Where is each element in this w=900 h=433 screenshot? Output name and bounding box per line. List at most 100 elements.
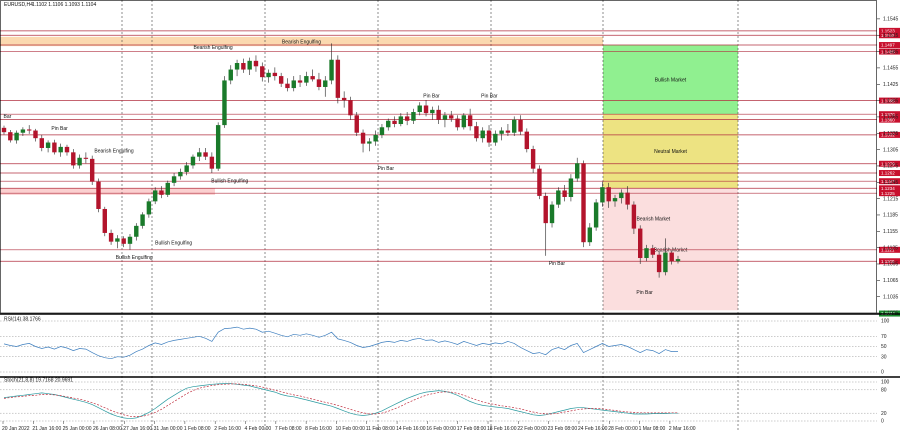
pattern-label: Pin Bar [481,93,498,99]
indicator-level-label: 70 [881,334,887,340]
indicator-level-label: 30 [881,354,887,360]
candle-body [323,80,328,87]
candle-body [171,176,177,183]
candle-body [197,152,202,157]
candle-body [411,112,416,121]
indicator-level-label: 100 [881,319,890,325]
pattern-label: Bearish Market [637,216,671,222]
candle-body [518,119,523,132]
indicator-level-label: 0 [881,419,884,425]
candle-body [625,192,630,205]
candle-body [45,142,51,148]
candle-body [474,126,479,139]
candle-body [329,59,334,81]
candle-body [675,259,681,262]
candle-body [392,120,397,125]
x-tick-label: 24 Feb 16:00 [578,426,608,432]
x-tick-label: 7 Feb 08:00 [275,426,302,432]
candle-body [253,60,259,67]
pattern-label: Bullish Engulfing [116,255,153,261]
x-tick-label: 25 Jan 00:00 [63,426,92,432]
candle-body [146,201,152,215]
candle-body [430,109,435,114]
candle-body [71,152,76,166]
candle-body [291,80,296,89]
candle-body [656,254,662,273]
chart-background [0,0,900,433]
candle-body [543,195,548,224]
pattern-label: Pin Bar [549,261,566,267]
x-tick-label: 1 Feb 08:00 [184,426,211,432]
y-tick-label: 1.1035 [883,294,899,300]
candle-body [234,63,240,70]
candle-body [152,190,158,202]
candle-body [77,157,82,166]
candle-body [33,130,38,139]
x-tick-label: 18 Feb 16:00 [487,426,517,432]
candle-body [178,171,183,177]
pattern-label: Pin Bar [378,166,395,172]
candle-body [631,204,637,229]
candle-body [108,232,114,242]
y-tick-label: 1.1275 [883,164,899,170]
x-tick-label: 16 Feb 00:00 [426,426,456,432]
candle-body [140,214,145,226]
x-tick-label: 8 Feb 16:00 [305,426,332,432]
candle-body [127,236,133,244]
indicator-level-label: 80 [881,388,887,394]
pattern-label: Bearish Engulfing [194,45,233,51]
candle-body [39,138,44,148]
symbol-label: EURUSD,H4 [4,2,33,8]
y-tick-label: 1.1125 [883,245,898,251]
candle-body [285,83,290,89]
candle-body [442,115,448,120]
candle-body [480,130,485,139]
candle-body [467,115,473,127]
candle-body [83,157,89,159]
level-tag-text: 1.1497 [881,43,895,48]
candle-body [215,125,221,169]
candle-body [203,152,208,157]
y-tick-label: 1.1485 [883,49,899,55]
y-tick-label: 1.1515 [883,33,899,39]
candle-body [600,187,605,203]
candle-body [102,208,107,233]
candle-body [449,115,454,119]
x-tick-label: 27 Jan 16:00 [123,426,152,432]
candle-body [638,228,643,258]
candle-body [121,238,126,244]
x-tick-label: 2 Mar 16:00 [669,426,696,432]
x-tick-label: 2 Feb 16:00 [214,426,241,432]
x-tick-label: 23 Feb 08:00 [548,426,578,432]
candle-body [247,60,252,70]
candle-body [499,130,504,134]
candle-body [335,59,341,98]
x-tick-label: 20 Jan 2022 [2,426,30,432]
candle-body [436,109,441,120]
y-tick-label: 1.1095 [883,262,899,268]
y-tick-label: 1.1065 [883,278,899,284]
zone-label: Neutral Market [654,149,687,155]
candle-body [360,132,366,144]
candle-body [455,118,460,128]
indicator-level-label: 20 [881,411,887,417]
candle-body [341,97,347,101]
candle-body [310,76,315,80]
candle-body [304,76,309,83]
y-tick-label: 1.1455 [883,66,899,72]
candle-body [530,149,536,169]
candle-body [241,63,246,70]
pattern-label: Bullish Engulfing [211,178,248,184]
candle-body [493,133,498,143]
candle-body [209,156,215,169]
y-tick-label: 1.1185 [883,213,898,219]
chart-window: Bearish Engulfing Bullish Market Neutral M… [0,0,900,433]
candle-body [461,115,467,128]
candle-body [417,105,422,113]
candle-body [612,198,618,202]
candle-body [266,72,271,78]
candle-body [367,141,372,144]
candle-body [96,181,101,209]
candle-body [549,204,555,224]
candle-body [379,127,385,135]
